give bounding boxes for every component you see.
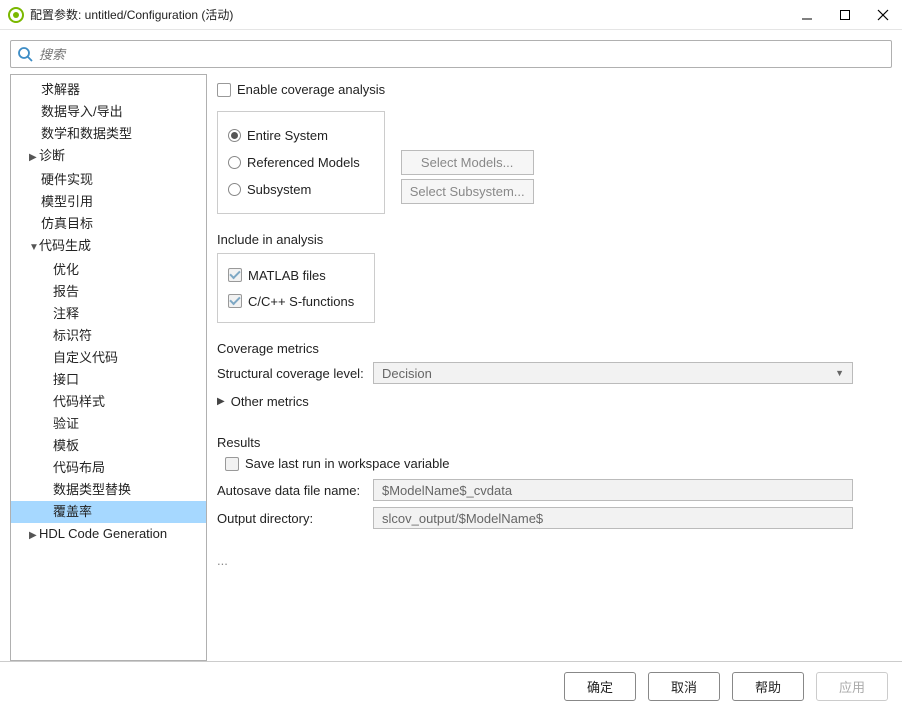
app-icon bbox=[8, 7, 24, 23]
include-matlab-row[interactable]: MATLAB files bbox=[228, 262, 354, 288]
include-box: MATLAB files C/C++ S-functions bbox=[217, 253, 375, 323]
enable-coverage-checkbox[interactable] bbox=[217, 83, 231, 97]
nav-item-sim-target[interactable]: 仿真目标 bbox=[11, 213, 206, 235]
content-panel: Enable coverage analysis Entire System R… bbox=[217, 74, 892, 661]
nav-item-custom-code[interactable]: 自定义代码 bbox=[11, 347, 206, 369]
structural-value: Decision bbox=[382, 366, 432, 381]
scope-referenced-row[interactable]: Referenced Models bbox=[228, 149, 360, 176]
include-matlab-label: MATLAB files bbox=[248, 268, 326, 283]
other-metrics-label: Other metrics bbox=[231, 394, 309, 409]
nav-tree[interactable]: 求解器 数据导入/导出 数学和数据类型 ▶诊断 硬件实现 模型引用 仿真目标 ▼… bbox=[10, 74, 207, 661]
help-button[interactable]: 帮助 bbox=[732, 672, 804, 701]
metrics-title: Coverage metrics bbox=[217, 341, 884, 356]
scope-subsystem-row[interactable]: Subsystem bbox=[228, 176, 360, 203]
nav-item-model-ref[interactable]: 模型引用 bbox=[11, 191, 206, 213]
results-title: Results bbox=[217, 435, 884, 450]
maximize-button[interactable] bbox=[838, 8, 852, 22]
select-subsystem-button[interactable]: Select Subsystem... bbox=[401, 179, 534, 204]
radio-entire-system[interactable] bbox=[228, 129, 241, 142]
nav-item-diagnostics[interactable]: ▶诊断 bbox=[11, 145, 206, 169]
radio-subsystem[interactable] bbox=[228, 183, 241, 196]
nav-item-coverage[interactable]: 覆盖率 bbox=[11, 501, 206, 523]
chevron-right-icon: ▶ bbox=[29, 149, 39, 167]
include-sfun-row[interactable]: C/C++ S-functions bbox=[228, 288, 354, 314]
nav-item-report[interactable]: 报告 bbox=[11, 281, 206, 303]
autosave-row: Autosave data file name: $ModelName$_cvd… bbox=[217, 479, 884, 501]
apply-button[interactable]: 应用 bbox=[816, 672, 888, 701]
nav-item-data-type-replace[interactable]: 数据类型替换 bbox=[11, 479, 206, 501]
search-box[interactable] bbox=[10, 40, 892, 68]
chevron-down-icon: ▼ bbox=[29, 239, 39, 257]
nav-item-math-types[interactable]: 数学和数据类型 bbox=[11, 123, 206, 145]
cancel-button[interactable]: 取消 bbox=[648, 672, 720, 701]
save-last-checkbox[interactable] bbox=[225, 457, 239, 471]
chevron-down-icon: ▼ bbox=[835, 368, 844, 378]
radio-referenced-label: Referenced Models bbox=[247, 155, 360, 170]
ok-button[interactable]: 确定 bbox=[564, 672, 636, 701]
structural-row: Structural coverage level: Decision ▼ bbox=[217, 362, 884, 384]
main-area: 求解器 数据导入/导出 数学和数据类型 ▶诊断 硬件实现 模型引用 仿真目标 ▼… bbox=[0, 74, 902, 661]
outdir-row: Output directory: slcov_output/$ModelNam… bbox=[217, 507, 884, 529]
close-button[interactable] bbox=[876, 8, 890, 22]
titlebar: 配置参数: untitled/Configuration (活动) bbox=[0, 0, 902, 30]
nav-item-codegen[interactable]: ▼代码生成 bbox=[11, 235, 206, 259]
scope-area: Entire System Referenced Models Subsyste… bbox=[217, 111, 884, 214]
chevron-right-icon: ▶ bbox=[217, 396, 225, 407]
include-title: Include in analysis bbox=[217, 232, 884, 247]
save-last-label: Save last run in workspace variable bbox=[245, 456, 450, 471]
structural-coverage-select[interactable]: Decision ▼ bbox=[373, 362, 853, 384]
nav-item-comments[interactable]: 注释 bbox=[11, 303, 206, 325]
radio-subsystem-label: Subsystem bbox=[247, 182, 311, 197]
nav-item-identifiers[interactable]: 标识符 bbox=[11, 325, 206, 347]
nav-item-interface[interactable]: 接口 bbox=[11, 369, 206, 391]
nav-item-templates[interactable]: 模板 bbox=[11, 435, 206, 457]
autosave-label: Autosave data file name: bbox=[217, 483, 367, 498]
include-sfun-label: C/C++ S-functions bbox=[248, 294, 354, 309]
outdir-input[interactable]: slcov_output/$ModelName$ bbox=[373, 507, 853, 529]
outdir-label: Output directory: bbox=[217, 511, 367, 526]
search-row bbox=[0, 30, 902, 74]
scope-entire-row[interactable]: Entire System bbox=[228, 122, 360, 149]
other-metrics-disclosure[interactable]: ▶ Other metrics bbox=[217, 394, 884, 409]
outdir-value: slcov_output/$ModelName$ bbox=[382, 511, 543, 526]
enable-coverage-row[interactable]: Enable coverage analysis bbox=[217, 82, 884, 97]
minimize-button[interactable] bbox=[800, 8, 814, 22]
nav-item-verify[interactable]: 验证 bbox=[11, 413, 206, 435]
save-last-row[interactable]: Save last run in workspace variable bbox=[225, 456, 884, 471]
nav-item-hdl[interactable]: ▶HDL Code Generation bbox=[11, 523, 206, 547]
nav-item-code-placement[interactable]: 代码布局 bbox=[11, 457, 206, 479]
nav-item-data-io[interactable]: 数据导入/导出 bbox=[11, 101, 206, 123]
window-title: 配置参数: untitled/Configuration (活动) bbox=[30, 6, 800, 23]
nav-item-solver[interactable]: 求解器 bbox=[11, 79, 206, 101]
search-input[interactable] bbox=[39, 47, 885, 62]
footer: 确定 取消 帮助 应用 bbox=[0, 661, 902, 711]
chevron-right-icon: ▶ bbox=[29, 527, 39, 545]
include-sfun-checkbox[interactable] bbox=[228, 294, 242, 308]
include-matlab-checkbox[interactable] bbox=[228, 268, 242, 282]
radio-referenced-models[interactable] bbox=[228, 156, 241, 169]
scope-box: Entire System Referenced Models Subsyste… bbox=[217, 111, 385, 214]
radio-entire-label: Entire System bbox=[247, 128, 328, 143]
autosave-input[interactable]: $ModelName$_cvdata bbox=[373, 479, 853, 501]
enable-coverage-label: Enable coverage analysis bbox=[237, 82, 385, 97]
autosave-value: $ModelName$_cvdata bbox=[382, 483, 512, 498]
nav-item-hardware[interactable]: 硬件实现 bbox=[11, 169, 206, 191]
structural-label: Structural coverage level: bbox=[217, 366, 367, 381]
search-icon bbox=[17, 46, 33, 62]
more-ellipsis[interactable]: ... bbox=[217, 553, 884, 568]
nav-item-optimize[interactable]: 优化 bbox=[11, 259, 206, 281]
nav-item-code-style[interactable]: 代码样式 bbox=[11, 391, 206, 413]
select-models-button[interactable]: Select Models... bbox=[401, 150, 534, 175]
